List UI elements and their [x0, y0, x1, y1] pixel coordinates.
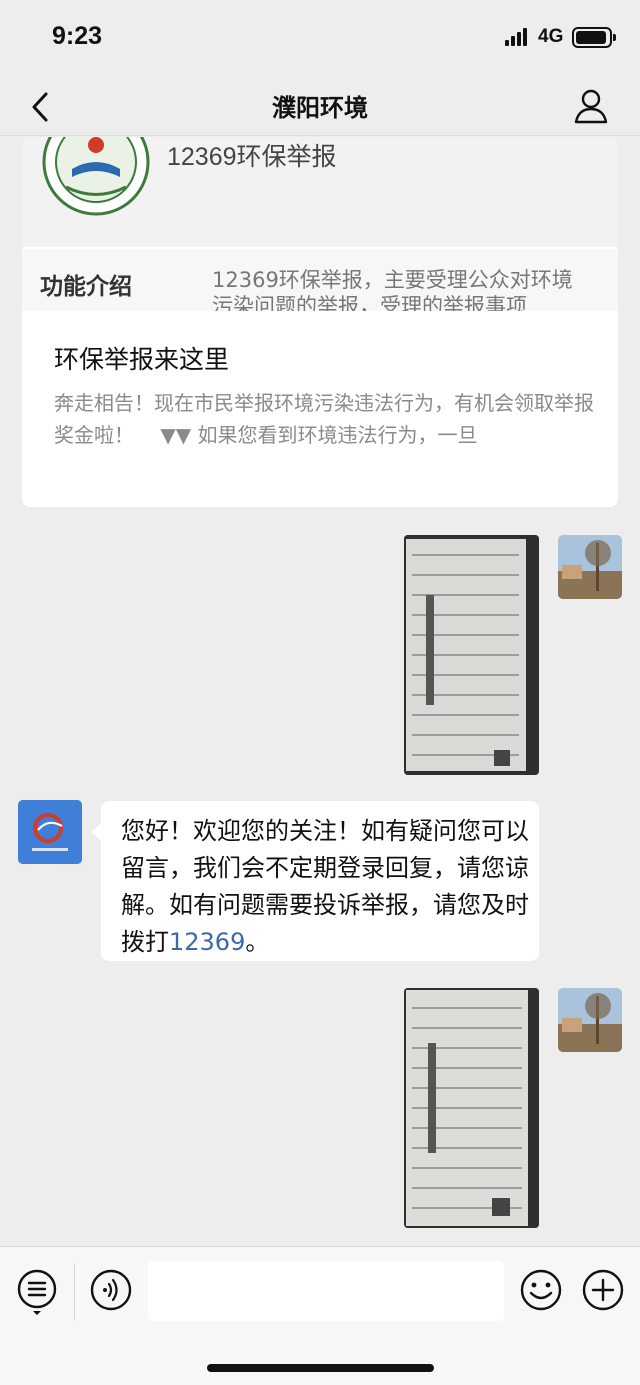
page-title: 濮阳环境 [272, 94, 368, 122]
card-banner: 12369环保举报 [22, 137, 618, 247]
card-banner-name: 12369环保举报 [167, 143, 337, 171]
message-text: 您好！欢迎您的关注！如有疑问您可以留言，我们会不定期登录回复，请您谅解。如有问题… [121, 813, 531, 961]
status-bar: 9:23 4G [0, 0, 640, 78]
user-avatar-image [558, 988, 622, 1052]
menu-icon[interactable] [16, 1269, 58, 1317]
official-logo-icon [18, 800, 82, 864]
voice-icon[interactable] [90, 1269, 132, 1311]
emoji-icon[interactable] [520, 1269, 562, 1311]
official-avatar[interactable] [18, 800, 82, 864]
user-avatar[interactable] [558, 535, 622, 599]
article-card[interactable]: 12369环保举报 功能介绍 12369环保举报，主要受理公众对环境污染问题的举… [22, 137, 618, 507]
signal-icon [505, 28, 533, 46]
add-icon[interactable] [582, 1269, 624, 1311]
intro-text: 12369环保举报，主要受理公众对环境污染问题的举报，受理的举报事项 [212, 268, 573, 311]
network-label: 4G [538, 26, 564, 47]
document-photo [404, 988, 539, 1228]
home-indicator [207, 1364, 434, 1372]
message-bubble[interactable]: 您好！欢迎您的关注！如有疑问您可以留言，我们会不定期登录回复，请您谅解。如有问题… [91, 801, 539, 961]
article-title: 环保举报来这里 [54, 345, 230, 374]
article-description: 奔走相告！现在市民举报环境污染违法行为，有机会领取举报奖金啦！ ▼▼ 如果您看到… [54, 391, 594, 447]
intro-label: 功能介绍 [40, 274, 132, 300]
nav-bar: 濮阳环境 [0, 78, 640, 136]
user-avatar-image [558, 535, 622, 599]
emblem-logo [42, 137, 150, 216]
message-image[interactable] [404, 988, 539, 1228]
bar-divider [74, 1263, 75, 1321]
message-input[interactable] [148, 1261, 504, 1321]
document-photo [404, 535, 539, 775]
profile-icon[interactable] [572, 86, 610, 126]
hotline-link[interactable]: 12369 [169, 928, 245, 956]
card-intro: 功能介绍 12369环保举报，主要受理公众对环境污染问题的举报，受理的举报事项 [22, 249, 618, 311]
user-avatar[interactable] [558, 988, 622, 1052]
status-time: 9:23 [52, 22, 103, 50]
message-suffix: 。 [245, 928, 270, 956]
message-image[interactable] [404, 535, 539, 775]
battery-icon [572, 27, 616, 48]
